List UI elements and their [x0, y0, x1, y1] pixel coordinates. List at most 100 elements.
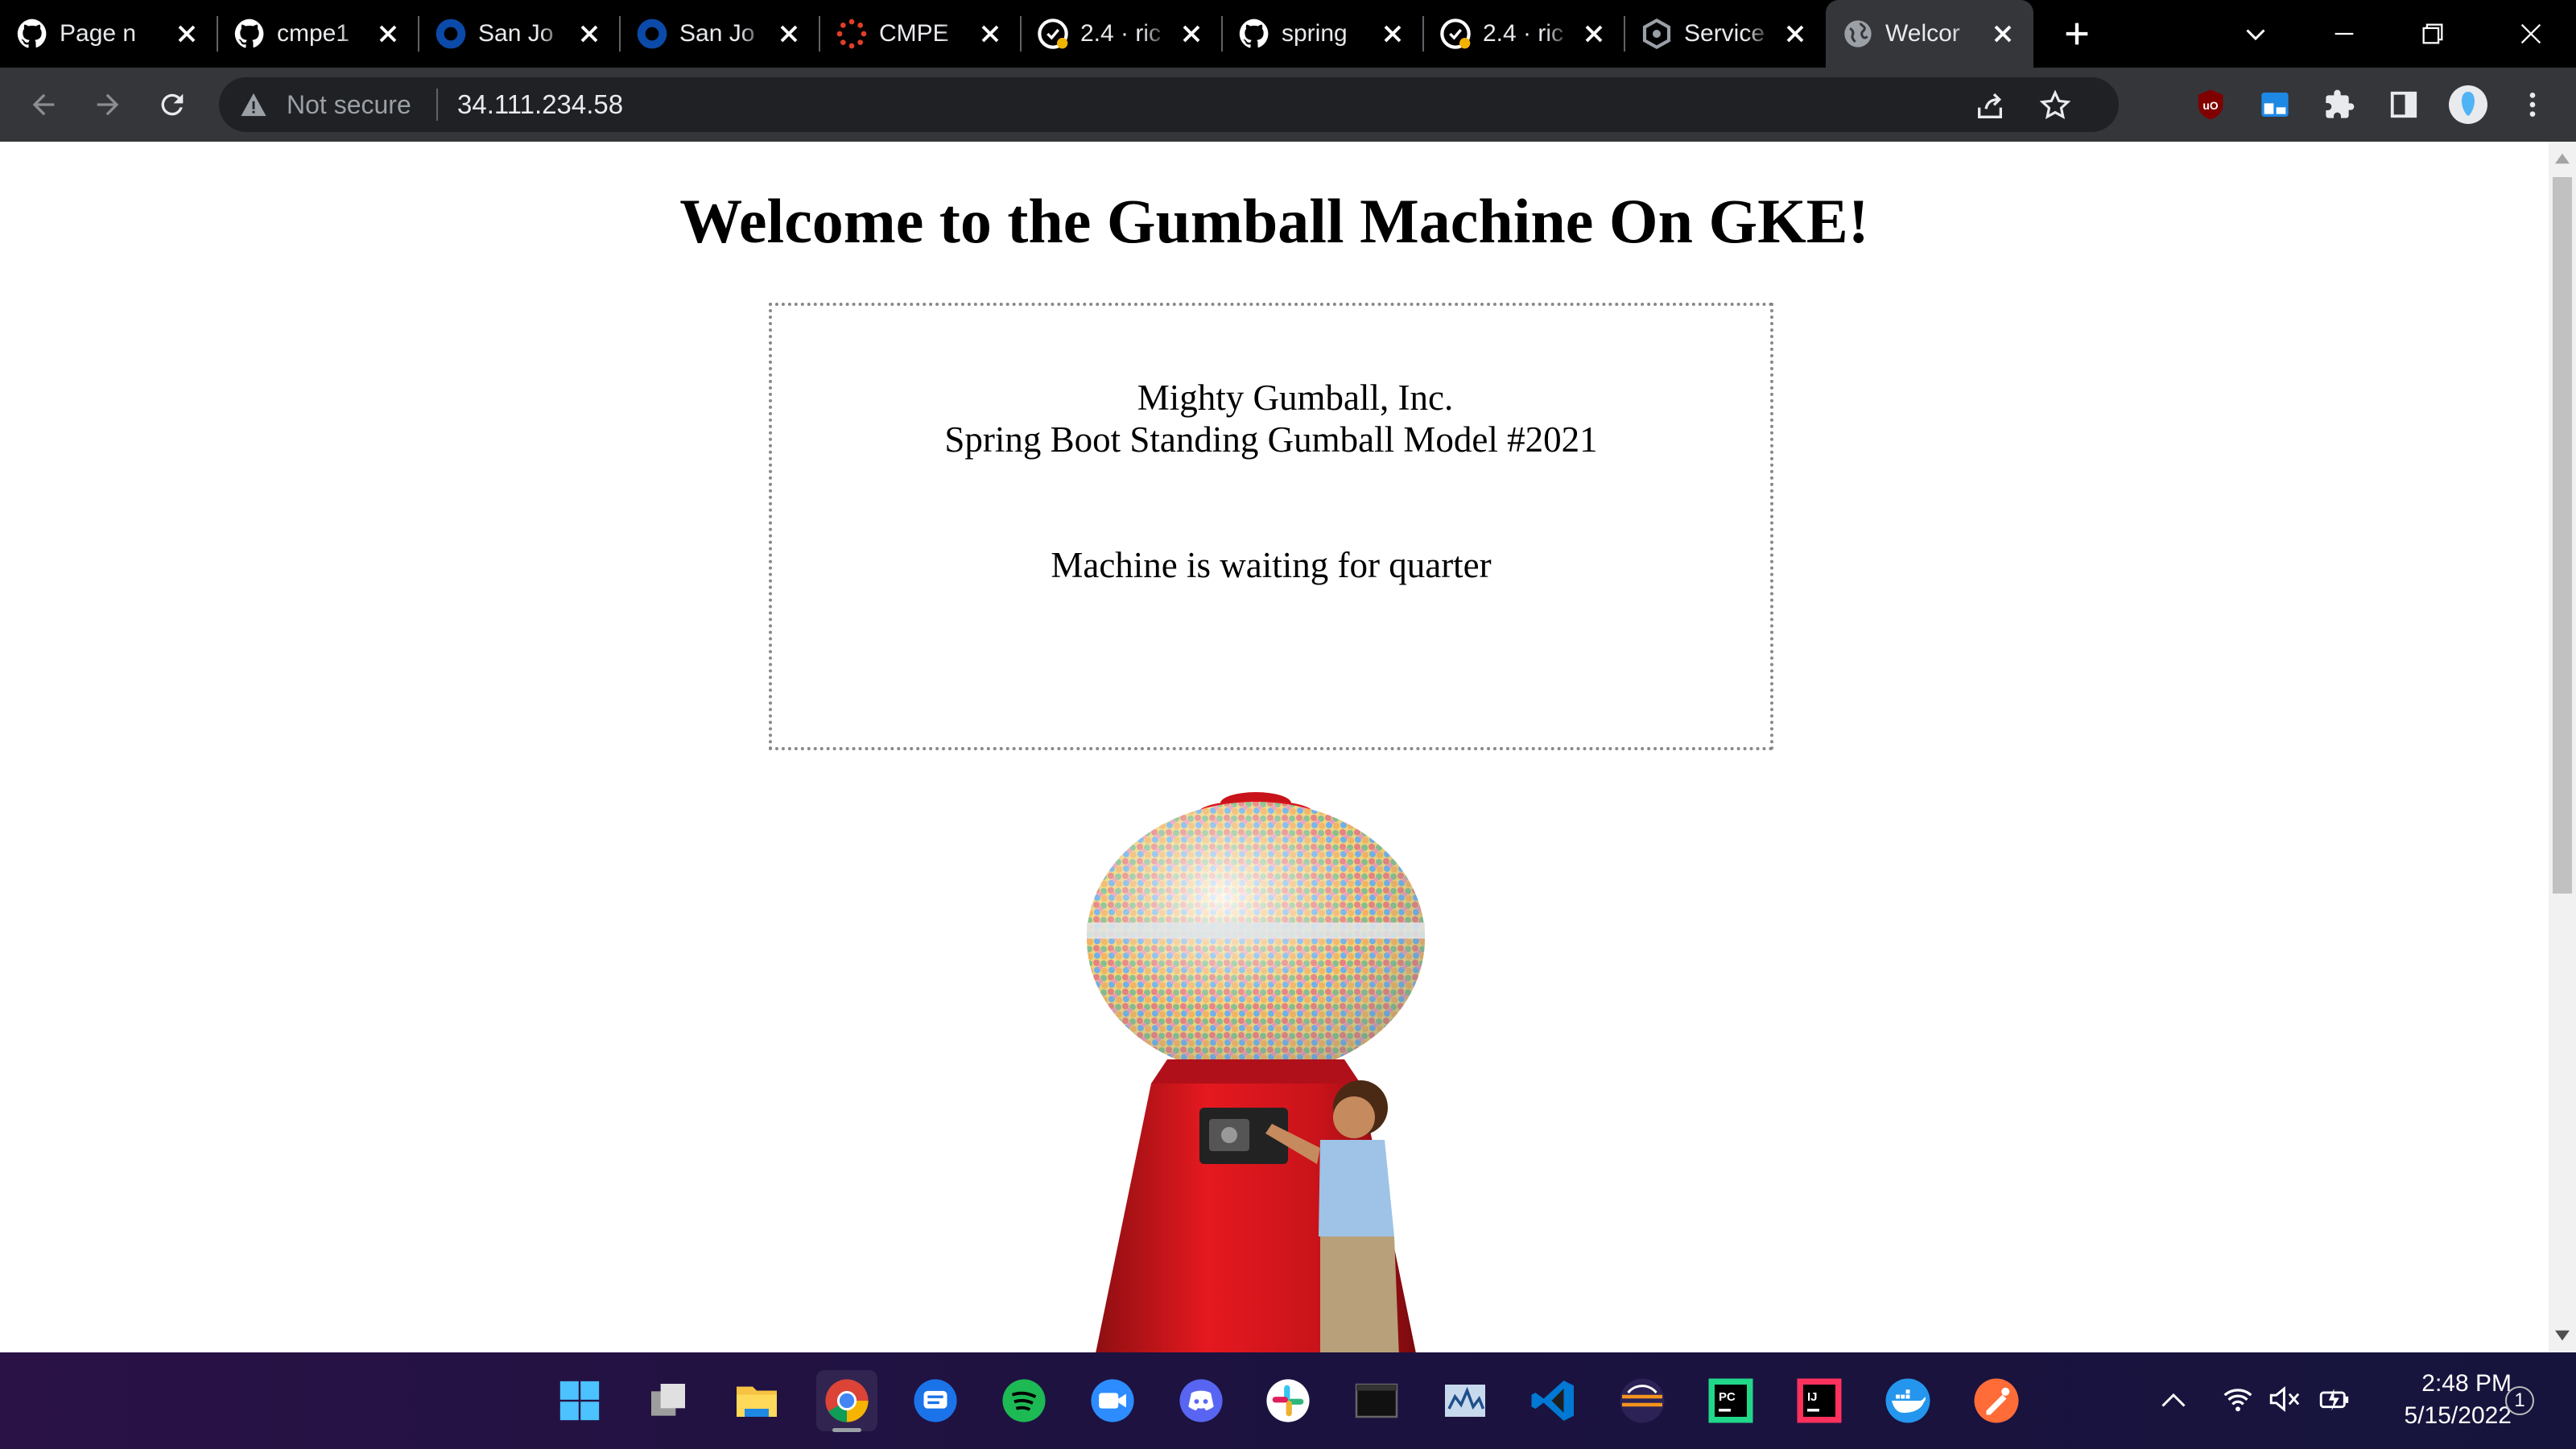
browser-tab[interactable]: Page n: [0, 0, 217, 68]
svg-text:IJ: IJ: [1807, 1390, 1818, 1404]
github-status-icon: [1037, 18, 1069, 50]
ublock-icon: uO: [2198, 89, 2223, 120]
close-tab-icon[interactable]: [1988, 19, 2017, 48]
tab-title: Welcor: [1885, 20, 1960, 47]
task-view-taskbar-button[interactable]: [638, 1370, 699, 1431]
scroll-thumb[interactable]: [2553, 177, 2572, 894]
intellij-taskbar-button[interactable]: IJ: [1789, 1370, 1850, 1431]
page-viewport: Welcome to the Gumball Machine On GKE! M…: [0, 142, 2549, 1352]
forward-button[interactable]: [89, 85, 127, 124]
scroll-up-arrow-icon[interactable]: [2555, 153, 2570, 164]
security-label[interactable]: Not secure: [287, 85, 411, 124]
intellij-icon: IJ: [1797, 1378, 1842, 1423]
volume-muted-icon[interactable]: [2268, 1385, 2302, 1414]
start-taskbar-button[interactable]: [549, 1370, 610, 1431]
ublock-extension-button[interactable]: uO: [2191, 85, 2230, 124]
browser-tab[interactable]: Service: [1624, 0, 1826, 68]
resource-monitor-icon: [1445, 1385, 1485, 1417]
file-explorer-icon: [737, 1386, 777, 1417]
battery-charging-icon[interactable]: [2318, 1385, 2352, 1414]
chrome-taskbar-button[interactable]: [816, 1370, 877, 1431]
side-panel-button[interactable]: [2384, 85, 2423, 124]
eclipse-taskbar-button[interactable]: [1612, 1370, 1673, 1431]
warning-icon: [241, 93, 266, 117]
docker-icon: [1885, 1378, 1930, 1423]
profile-button[interactable]: [2449, 85, 2487, 124]
model-name: Spring Boot Standing Gumball Model #2021: [944, 419, 1598, 460]
clock-date[interactable]: 5/15/2022: [2367, 1402, 2512, 1430]
browser-tab[interactable]: 2.4 · ric: [1021, 0, 1222, 68]
close-tab-icon[interactable]: [1579, 19, 1608, 48]
new-tab-button[interactable]: [2058, 18, 2096, 50]
close-tab-icon[interactable]: [374, 19, 402, 48]
start-icon: [559, 1381, 600, 1421]
minimize-button[interactable]: [2325, 18, 2363, 50]
tab-title: San Jo: [478, 20, 554, 47]
tray-overflow-icon[interactable]: [2159, 1388, 2188, 1412]
browser-tab[interactable]: cmpe1: [217, 0, 419, 68]
close-tab-icon[interactable]: [1781, 19, 1810, 48]
browser-tab[interactable]: 2.4 · ric: [1423, 0, 1624, 68]
browser-tab[interactable]: CMPE: [819, 0, 1021, 68]
close-tab-icon[interactable]: [774, 19, 803, 48]
file-explorer-taskbar-button[interactable]: [726, 1370, 787, 1431]
forward-arrow-icon: [97, 93, 119, 116]
active-app-indicator: [832, 1428, 861, 1432]
restore-icon: [2422, 23, 2443, 44]
close-tab-icon[interactable]: [172, 19, 201, 48]
slack-taskbar-button[interactable]: [1257, 1370, 1319, 1431]
browser-tab[interactable]: San Jo: [419, 0, 620, 68]
close-tab-icon[interactable]: [976, 19, 1005, 48]
back-arrow-icon: [32, 93, 55, 116]
postman-taskbar-button[interactable]: [1966, 1370, 2027, 1431]
browser-tab[interactable]: spring: [1222, 0, 1423, 68]
circle-logo-icon: [636, 18, 668, 50]
terminal-taskbar-button[interactable]: [1346, 1370, 1407, 1431]
reload-button[interactable]: [153, 85, 192, 124]
tab-search-button[interactable]: [2236, 18, 2275, 50]
vscode-taskbar-button[interactable]: [1523, 1370, 1584, 1431]
resource-monitor-taskbar-button[interactable]: [1435, 1370, 1496, 1431]
github-icon: [16, 18, 48, 50]
page-title: Welcome to the Gumball Machine On GKE!: [679, 186, 1869, 256]
task-view-icon: [651, 1384, 685, 1416]
address-bar[interactable]: Not secure 34.111.234.58: [219, 77, 2119, 132]
tab-strip: Page n cmpe1 San Jo San Jo CMPE 2.4 · ric spri…: [0, 0, 2576, 68]
machine-status: Machine is waiting for quarter: [1051, 545, 1492, 585]
share-icon[interactable]: [1974, 90, 2006, 122]
browser-tab[interactable]: San Jo: [620, 0, 819, 68]
window-extension-button[interactable]: [2256, 85, 2294, 124]
clock-time[interactable]: 2:48 PM: [2383, 1370, 2512, 1397]
notification-badge[interactable]: 1: [2505, 1386, 2534, 1415]
terminal-icon: [1355, 1383, 1398, 1418]
spotify-taskbar-button[interactable]: [993, 1370, 1055, 1431]
close-window-button[interactable]: [2512, 18, 2550, 50]
tab-title: spring: [1282, 20, 1348, 47]
svg-text:uO: uO: [2202, 99, 2218, 112]
slack-icon: [1266, 1379, 1310, 1422]
close-tab-icon[interactable]: [1177, 19, 1206, 48]
zoom-taskbar-button[interactable]: [1082, 1370, 1143, 1431]
reload-icon: [161, 93, 184, 116]
extensions-button[interactable]: [2320, 85, 2359, 124]
wifi-icon[interactable]: [2222, 1385, 2254, 1414]
chrome-menu-button[interactable]: [2513, 85, 2552, 124]
circle-logo-icon: [435, 18, 467, 50]
tab-title: cmpe1: [277, 20, 350, 47]
url-text[interactable]: 34.111.234.58: [457, 85, 623, 124]
gke-icon: [1641, 18, 1673, 50]
vertical-scrollbar[interactable]: [2549, 142, 2576, 1352]
messages-taskbar-button[interactable]: [905, 1370, 966, 1431]
browser-tab[interactable]: Welcor: [1826, 0, 2033, 68]
scroll-down-arrow-icon[interactable]: [2555, 1330, 2570, 1341]
docker-taskbar-button[interactable]: [1877, 1370, 1938, 1431]
close-window-icon: [2520, 23, 2541, 44]
pycharm-taskbar-button[interactable]: PC: [1700, 1370, 1761, 1431]
discord-taskbar-button[interactable]: [1170, 1370, 1232, 1431]
close-tab-icon[interactable]: [575, 19, 604, 48]
restore-button[interactable]: [2413, 18, 2452, 50]
tab-title: San Jo: [679, 20, 755, 47]
close-tab-icon[interactable]: [1378, 19, 1407, 48]
bookmark-star-icon[interactable]: [2038, 89, 2072, 122]
back-button[interactable]: [24, 85, 63, 124]
